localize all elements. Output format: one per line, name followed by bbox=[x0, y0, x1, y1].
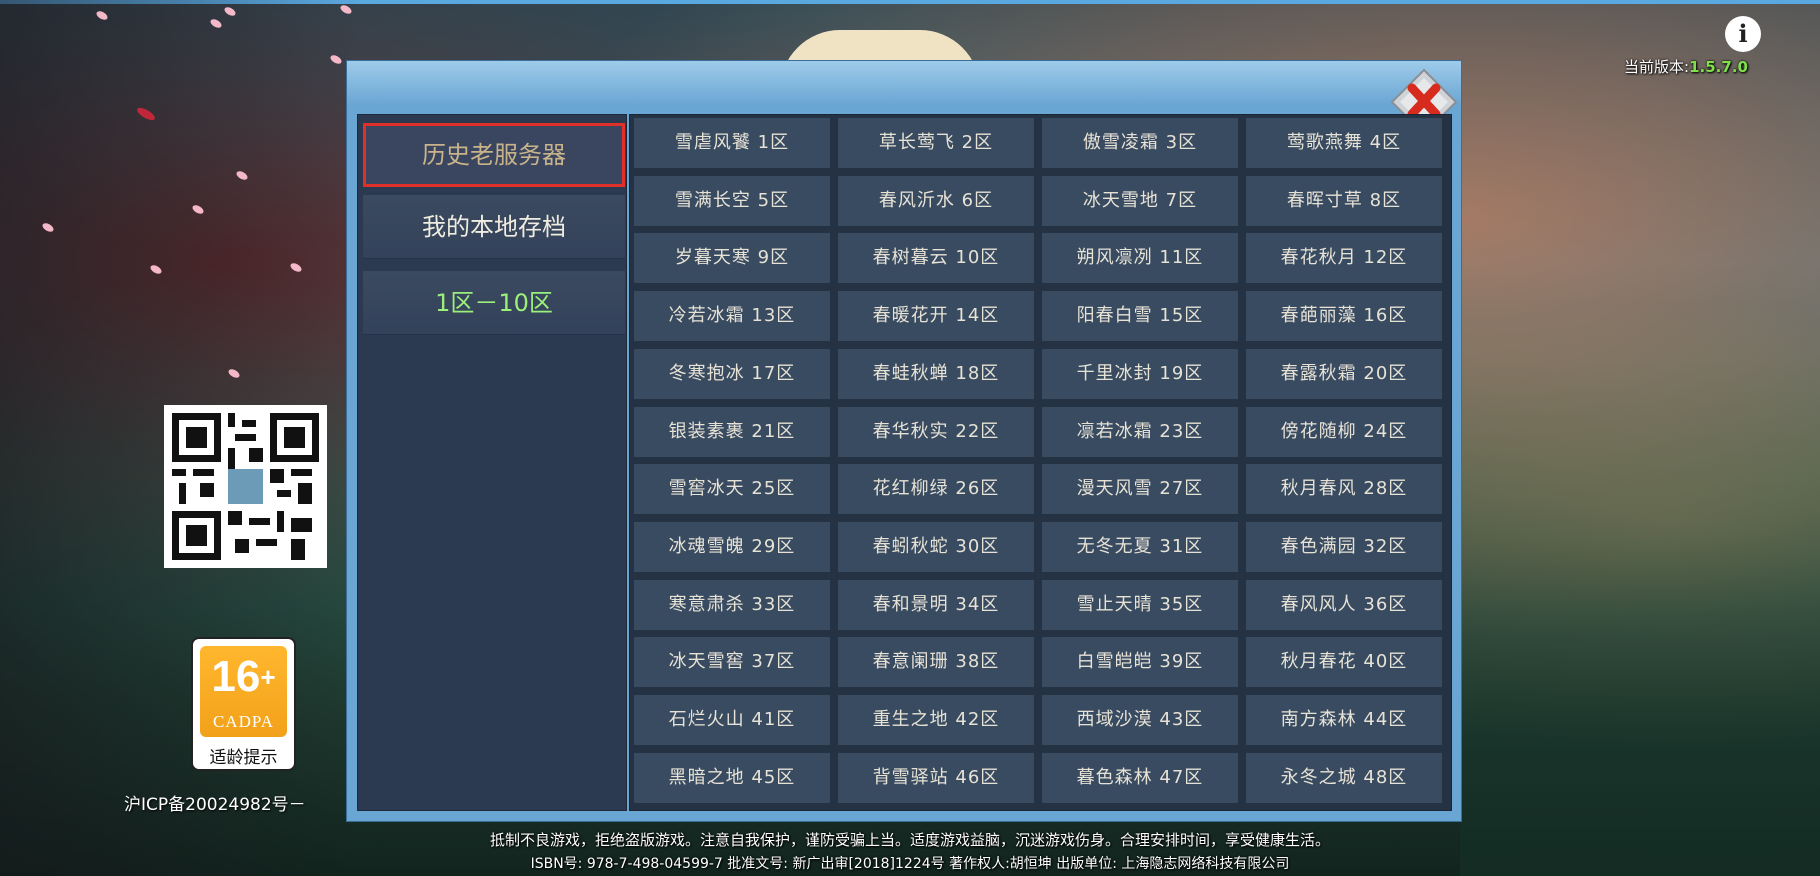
server-button[interactable]: 朔风凛冽 11区 bbox=[1042, 233, 1238, 284]
server-button[interactable]: 冰魂雪魄 29区 bbox=[634, 521, 830, 572]
server-button[interactable]: 凛若冰霜 23区 bbox=[1042, 406, 1238, 457]
server-button[interactable]: 西域沙漠 43区 bbox=[1042, 695, 1238, 745]
age-rating-badge: 16+ CADPA 适龄提示 bbox=[191, 637, 296, 771]
server-button[interactable]: 雪满长空 5区 bbox=[634, 175, 830, 226]
version-display: 当前版本:1.5.7.0 bbox=[1624, 56, 1748, 77]
server-button[interactable]: 草长莺飞 2区 bbox=[838, 118, 1034, 168]
sidebar-item-label: 我的本地存档 bbox=[422, 213, 566, 241]
server-button[interactable]: 莺歌燕舞 4区 bbox=[1246, 118, 1442, 168]
server-button[interactable]: 漫天风雪 27区 bbox=[1042, 464, 1238, 515]
server-button[interactable]: 春葩丽藻 16区 bbox=[1246, 291, 1442, 342]
server-button[interactable]: 阳春白雪 15区 bbox=[1042, 291, 1238, 342]
sidebar-item-local-saves[interactable]: 我的本地存档 bbox=[363, 195, 625, 259]
sidebar-item-zone-1-10[interactable]: 1区－10区 bbox=[363, 271, 625, 335]
server-button[interactable]: 雪止天晴 35区 bbox=[1042, 579, 1238, 630]
age-rating-tip: 适龄提示 bbox=[209, 748, 278, 768]
age-plus: + bbox=[260, 662, 276, 692]
sidebar-item-old-servers[interactable]: 历史老服务器 bbox=[363, 123, 625, 187]
server-button[interactable]: 春意阑珊 38区 bbox=[838, 637, 1034, 688]
server-button[interactable]: 傲雪凌霜 3区 bbox=[1042, 118, 1238, 168]
server-button[interactable]: 春色满园 32区 bbox=[1246, 521, 1442, 572]
server-button[interactable]: 冬寒抱冰 17区 bbox=[634, 348, 830, 399]
icp-number[interactable]: 沪ICP备20024982号－ bbox=[124, 790, 306, 815]
age-rating-box: 16+ CADPA bbox=[200, 646, 287, 737]
server-button[interactable]: 重生之地 42区 bbox=[838, 695, 1034, 745]
footer-publication-info: ISBN号: 978-7-498-04599-7 批准文号: 新广出审[2018… bbox=[530, 856, 1290, 872]
server-category-sidebar: 历史老服务器 我的本地存档 1区－10区 bbox=[357, 114, 627, 811]
age-number: 16 bbox=[211, 652, 261, 701]
background-shade-right bbox=[1460, 360, 1820, 876]
server-button[interactable]: 岁暮天寒 9区 bbox=[634, 233, 830, 284]
server-button[interactable]: 春暖花开 14区 bbox=[838, 291, 1034, 342]
server-button[interactable]: 雪窖冰天 25区 bbox=[634, 464, 830, 515]
server-button[interactable]: 春晖寸草 8区 bbox=[1246, 175, 1442, 226]
age-rating-number: 16+ bbox=[200, 652, 287, 702]
server-button[interactable]: 黑暗之地 45区 bbox=[634, 752, 830, 803]
server-button[interactable]: 春树暮云 10区 bbox=[838, 233, 1034, 284]
server-button[interactable]: 春蛙秋蝉 18区 bbox=[838, 348, 1034, 399]
server-button[interactable]: 春风风人 36区 bbox=[1246, 579, 1442, 630]
server-button[interactable]: 冰天雪窖 37区 bbox=[634, 637, 830, 688]
server-button[interactable]: 傍花随柳 24区 bbox=[1246, 406, 1442, 457]
info-icon[interactable]: i bbox=[1725, 16, 1761, 52]
server-button[interactable]: 石烂火山 41区 bbox=[634, 695, 830, 745]
server-button[interactable]: 秋月春风 28区 bbox=[1246, 464, 1442, 515]
server-button[interactable]: 春露秋霜 20区 bbox=[1246, 348, 1442, 399]
server-button[interactable]: 春华秋实 22区 bbox=[838, 406, 1034, 457]
server-button[interactable]: 冷若冰霜 13区 bbox=[634, 291, 830, 342]
dialog-titlebar bbox=[347, 61, 1461, 105]
server-button[interactable]: 春花秋月 12区 bbox=[1246, 233, 1442, 284]
server-button[interactable]: 寒意肃杀 33区 bbox=[634, 579, 830, 630]
server-button[interactable]: 雪虐风饕 1区 bbox=[634, 118, 830, 168]
server-button[interactable]: 暮色森林 47区 bbox=[1042, 752, 1238, 803]
footer-overlap-text bbox=[835, 810, 965, 824]
server-grid: 雪虐风饕 1区 草长莺飞 2区 傲雪凌霜 3区 莺歌燕舞 4区雪满长空 5区 春风沂水 … bbox=[629, 114, 1452, 811]
version-label: 当前版本: bbox=[1624, 58, 1690, 76]
qr-code bbox=[164, 405, 327, 568]
server-button[interactable]: 春蚓秋蛇 30区 bbox=[838, 521, 1034, 572]
server-button[interactable]: 银装素裹 21区 bbox=[634, 406, 830, 457]
server-button[interactable]: 千里冰封 19区 bbox=[1042, 348, 1238, 399]
server-button[interactable]: 背雪驿站 46区 bbox=[838, 752, 1034, 803]
age-rating-org: CADPA bbox=[212, 712, 275, 731]
server-button[interactable]: 秋月春花 40区 bbox=[1246, 637, 1442, 688]
server-button[interactable]: 春风沂水 6区 bbox=[838, 175, 1034, 226]
version-number: 1.5.7.0 bbox=[1689, 58, 1748, 76]
server-button[interactable]: 永冬之城 48区 bbox=[1246, 752, 1442, 803]
footer-health-notice: 抵制不良游戏，拒绝盗版游戏。注意自我保护，谨防受骗上当。适度游戏益脑，沉迷游戏伤… bbox=[489, 831, 1330, 849]
sidebar-item-label: 历史老服务器 bbox=[422, 141, 566, 169]
sidebar-item-label: 1区－10区 bbox=[435, 289, 553, 317]
server-button[interactable]: 花红柳绿 26区 bbox=[838, 464, 1034, 515]
server-button[interactable]: 冰天雪地 7区 bbox=[1042, 175, 1238, 226]
qr-code-icon bbox=[172, 413, 319, 560]
server-button[interactable]: 无冬无夏 31区 bbox=[1042, 521, 1238, 572]
server-button[interactable]: 南方森林 44区 bbox=[1246, 695, 1442, 745]
server-button[interactable]: 春和景明 34区 bbox=[838, 579, 1034, 630]
server-button[interactable]: 白雪皑皑 39区 bbox=[1042, 637, 1238, 688]
